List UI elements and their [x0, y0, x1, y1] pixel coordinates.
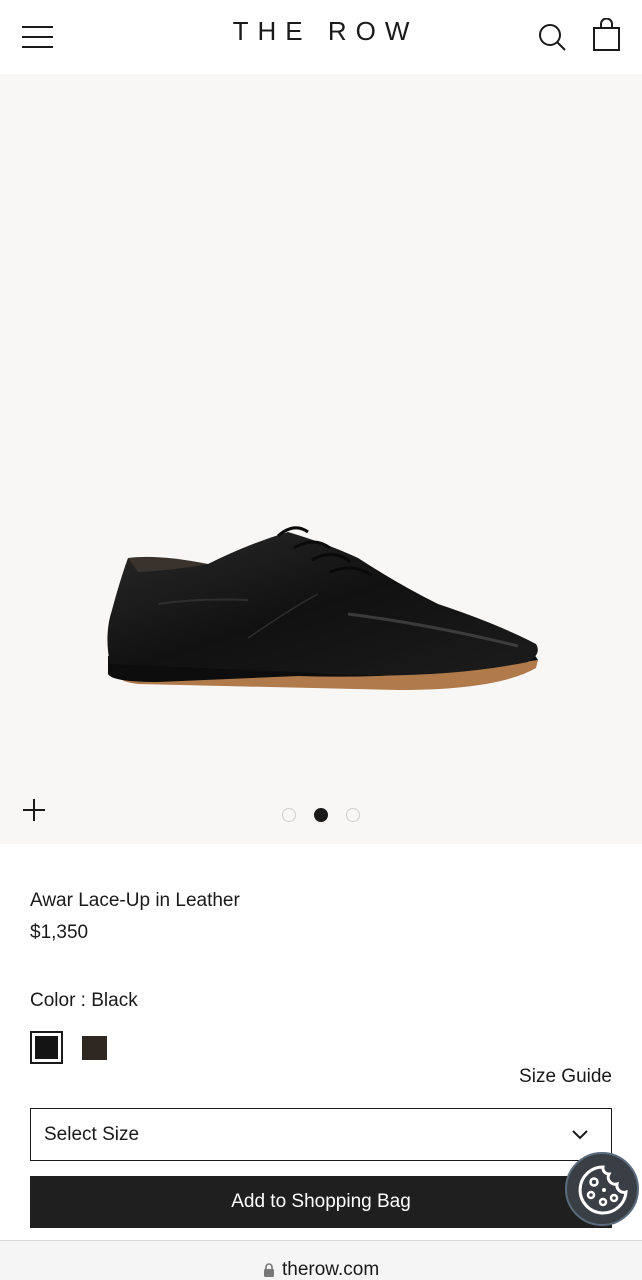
product-image: [107, 526, 538, 690]
select-size-dropdown[interactable]: Select Size: [30, 1108, 612, 1161]
shopping-bag-icon[interactable]: [592, 17, 622, 52]
gallery-dot-1[interactable]: [282, 808, 296, 822]
site-header: THE ROW: [0, 0, 642, 74]
swatch-dark-brown[interactable]: [82, 1036, 107, 1060]
select-size-label: Select Size: [44, 1124, 140, 1145]
cookie-settings-icon[interactable]: [565, 1152, 639, 1226]
swatch-black[interactable]: [30, 1031, 63, 1064]
add-to-bag-button[interactable]: Add to Shopping Bag: [30, 1176, 612, 1228]
zoom-plus-icon[interactable]: [22, 798, 46, 822]
lock-icon: [264, 1263, 274, 1277]
color-label: Color : Black: [30, 990, 138, 1011]
product-price: $1,350: [30, 922, 89, 943]
browser-url: therow.com: [282, 1259, 380, 1280]
search-icon[interactable]: [538, 22, 568, 52]
product-image-gallery[interactable]: [0, 74, 642, 844]
gallery-pagination: [282, 808, 360, 822]
chevron-down-icon: [572, 1130, 588, 1140]
product-name: Awar Lace-Up in Leather: [30, 890, 240, 911]
gallery-dot-2[interactable]: [314, 808, 328, 822]
browser-url-bar[interactable]: therow.com: [0, 1240, 642, 1280]
size-guide-link[interactable]: Size Guide: [519, 1066, 612, 1088]
gallery-dot-3[interactable]: [346, 808, 360, 822]
